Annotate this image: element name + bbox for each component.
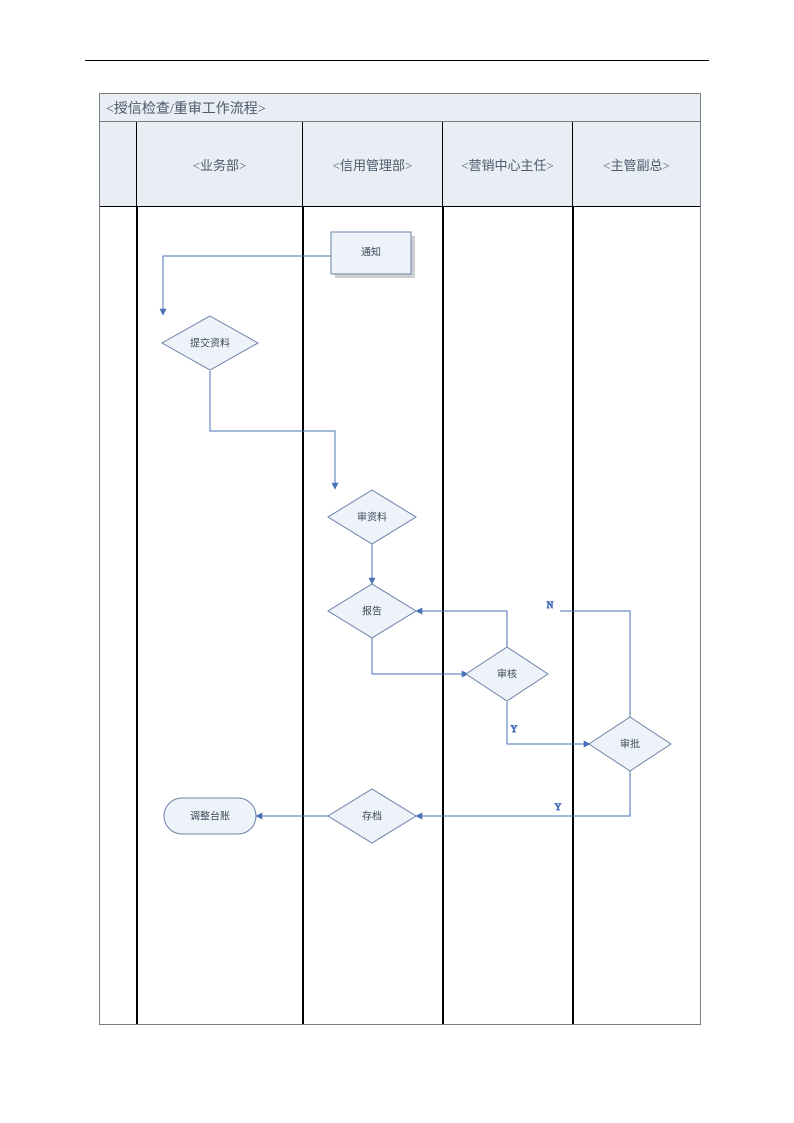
edge-label-approve-y: Y	[555, 802, 562, 812]
diagram-body: N Y Y 通知	[100, 206, 700, 1024]
lane-header-3: <信用管理部>	[302, 122, 442, 206]
lane-header-5: <主管副总>	[572, 122, 700, 206]
lane-headers: <业务部> <信用管理部> <营销中心主任> <主管副总>	[100, 122, 700, 207]
lane-header-4: <营销中心主任>	[442, 122, 572, 206]
lane-header-1	[100, 122, 136, 206]
node-approve: 审批	[589, 717, 671, 771]
node-notify: 通知	[331, 232, 415, 278]
svg-text:提交资料: 提交资料	[190, 336, 230, 349]
page-top-rule	[85, 60, 709, 61]
svg-text:通知: 通知	[361, 245, 381, 258]
swimlane-diagram: <授信检查/重审工作流程> <业务部> <信用管理部> <营销中心主任> <主管…	[99, 93, 701, 1025]
edge-audit-n	[416, 611, 507, 647]
svg-text:审资料: 审资料	[357, 510, 387, 523]
svg-text:审核: 审核	[497, 667, 517, 680]
edge-submit-reviewdoc	[210, 371, 335, 489]
node-submit: 提交资料	[162, 316, 258, 370]
node-reviewdoc: 审资料	[328, 490, 416, 544]
node-report: 报告	[328, 584, 416, 638]
svg-text:存档: 存档	[362, 809, 382, 822]
lane-header-2: <业务部>	[136, 122, 302, 206]
edge-approve-y	[416, 771, 630, 816]
svg-text:报告: 报告	[362, 604, 382, 617]
svg-text:审批: 审批	[620, 737, 640, 750]
edge-label-audit-n: N	[547, 600, 554, 610]
diagram-title: <授信检查/重审工作流程>	[100, 94, 700, 122]
page: <授信检查/重审工作流程> <业务部> <信用管理部> <营销中心主任> <主管…	[0, 0, 794, 1123]
flowchart-svg: N Y Y 通知	[100, 206, 700, 1024]
edge-approve-n-seg	[560, 611, 630, 717]
svg-text:调整台账: 调整台账	[190, 809, 230, 822]
node-adjust: 调整台账	[164, 798, 256, 834]
diagram-title-text: <授信检查/重审工作流程>	[106, 98, 266, 118]
edge-audit-y	[507, 702, 590, 744]
edge-label-audit-y: Y	[511, 724, 518, 734]
edge-report-audit	[372, 638, 468, 674]
edge-notify-submit	[163, 256, 331, 315]
node-audit: 审核	[466, 647, 548, 701]
node-archive: 存档	[328, 789, 416, 843]
